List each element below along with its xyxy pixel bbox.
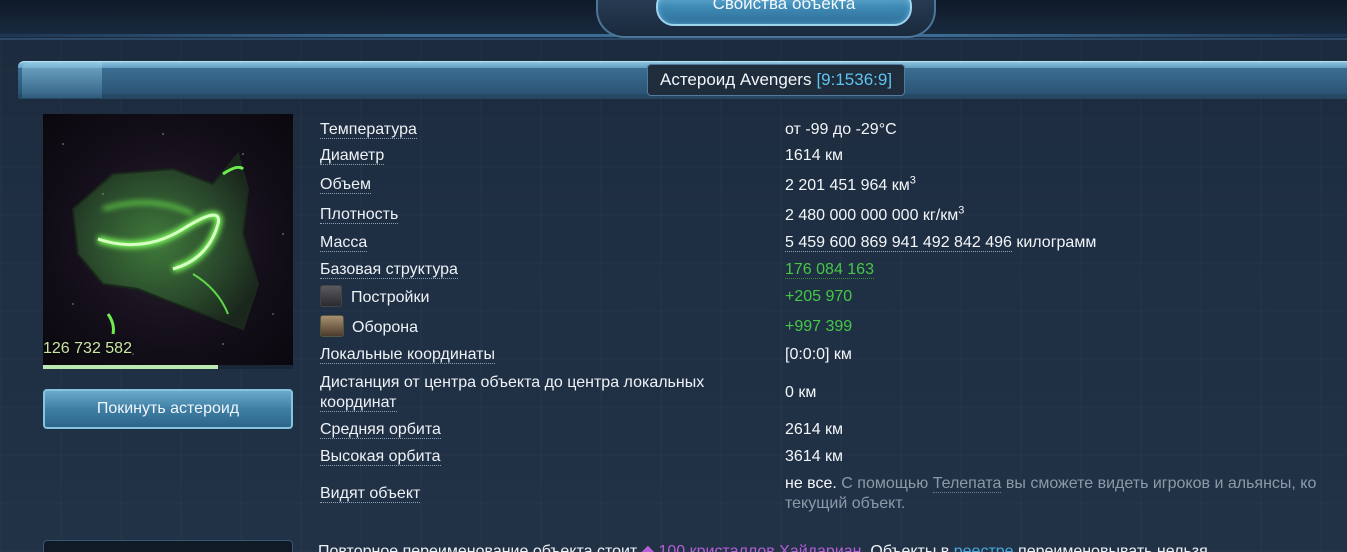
- registry-link[interactable]: реестре: [954, 543, 1014, 552]
- prop-label-density[interactable]: Плотность: [320, 205, 399, 225]
- leave-asteroid-label: Покинуть астероид: [96, 400, 240, 417]
- prop-label-mass[interactable]: Масса: [320, 233, 368, 253]
- properties-table: Температура от -99 до -29°C Диаметр 1614…: [320, 0, 1347, 552]
- building-icon: [320, 285, 342, 307]
- telepath-link[interactable]: Телепата: [932, 475, 1002, 493]
- prop-label-medium-orbit[interactable]: Средняя орбита: [320, 420, 441, 440]
- asteroid-progress: [43, 365, 293, 369]
- asteroid-image: [43, 114, 293, 366]
- prop-value-volume: 2 201 451 964 км3: [785, 174, 916, 194]
- prop-label-local-coords[interactable]: Локальные координаты: [320, 345, 495, 365]
- prop-value-visible-by: не все. С помощью Телепата вы сможете ви…: [785, 475, 1317, 512]
- rename-input-box[interactable]: [43, 540, 293, 552]
- prop-value-base-structure[interactable]: 176 084 163: [785, 260, 874, 280]
- prop-label-volume[interactable]: Объем: [320, 175, 371, 195]
- prop-label-visible-by[interactable]: Видят объект: [320, 484, 421, 504]
- prop-value-defense: +997 399: [785, 318, 853, 335]
- asteroid-progress-fill: [43, 365, 218, 369]
- prop-label-defense[interactable]: Оборона: [320, 315, 418, 339]
- prop-value-density: 2 480 000 000 000 кг/км3: [785, 204, 965, 224]
- prop-value-temperature: от -99 до -29°C: [785, 121, 897, 138]
- rename-notice: Повторное переименование объекта стоит ◆…: [318, 541, 1212, 552]
- defense-icon: [320, 315, 344, 337]
- prop-label-base-structure[interactable]: Базовая структура: [320, 260, 458, 280]
- prop-value-high-orbit: 3614 км: [785, 448, 844, 465]
- prop-value-local-coords: [0:0:0] км: [785, 346, 852, 363]
- prop-value-distance: 0 км: [785, 384, 817, 401]
- prop-value-medium-orbit: 2614 км: [785, 421, 844, 438]
- prop-value-mass[interactable]: 5 459 600 869 941 492 842 496 килограмм: [785, 233, 1096, 253]
- prop-label-diameter[interactable]: Диаметр: [320, 146, 385, 166]
- prop-value-buildings: +205 970: [785, 288, 853, 305]
- prop-label-distance[interactable]: Дистанция от центра объекта до центра ло…: [320, 373, 704, 413]
- crystal-icon: ◆: [641, 543, 659, 552]
- prop-label-high-orbit[interactable]: Высокая орбита: [320, 447, 441, 467]
- asteroid-count: 126 732 582: [43, 340, 132, 357]
- prop-label-temperature[interactable]: Температура: [320, 120, 417, 140]
- rename-cost-link[interactable]: 100 кристаллов Хайдариан: [658, 543, 861, 552]
- prop-label-buildings[interactable]: Постройки: [320, 285, 429, 309]
- leave-asteroid-button[interactable]: Покинуть астероид: [43, 389, 293, 429]
- prop-value-diameter: 1614 км: [785, 147, 844, 164]
- header-decoration: [22, 62, 102, 98]
